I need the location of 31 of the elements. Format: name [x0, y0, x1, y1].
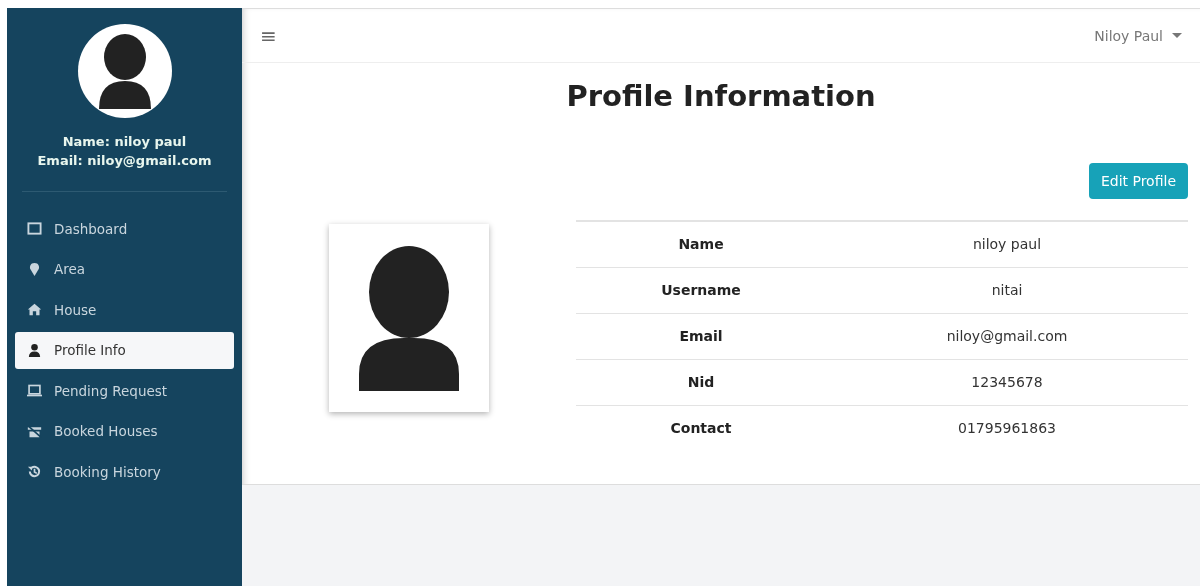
field-label: Name: [576, 221, 826, 267]
field-label: Email: [576, 313, 826, 359]
field-label: Nid: [576, 359, 826, 405]
user-name: Name: niloy paul: [62, 133, 187, 151]
map-pin-icon: [27, 261, 42, 277]
field-label: Username: [576, 267, 826, 313]
page-title: Profile Information: [565, 79, 877, 113]
menu-button[interactable]: ≡: [260, 23, 277, 48]
field-value: nitai: [826, 267, 1188, 313]
caret-icon: [1172, 33, 1182, 38]
field-label: Contact: [576, 405, 826, 451]
avatar-icon: [76, 23, 173, 119]
field-value: 12345678: [826, 359, 1188, 405]
dashboard-icon: [27, 221, 42, 236]
house-icon: [27, 302, 42, 317]
sidebar-item[interactable]: House: [15, 291, 234, 328]
sidebar-item[interactable]: Dashboard: [15, 210, 234, 247]
sidebar-item[interactable]: Area: [15, 250, 234, 288]
field-value: 01795961863: [826, 405, 1188, 451]
laptop-icon: [27, 383, 42, 398]
field-value: niloy@gmail.com: [826, 313, 1188, 359]
user-email: Email: niloy@gmail.com: [37, 152, 212, 170]
history-icon: [27, 464, 42, 479]
sidebar-item[interactable]: Pending Request: [15, 372, 234, 409]
sidebar-item[interactable]: Booking History: [15, 453, 234, 490]
sidebar-item[interactable]: Profile Info: [15, 331, 234, 369]
person-icon: [27, 342, 42, 358]
person-icon: [359, 245, 459, 391]
user-menu[interactable]: Niloy Paul: [1088, 26, 1188, 45]
sidebar-item[interactable]: Booked Houses: [15, 412, 234, 450]
field-value: niloy paul: [826, 221, 1188, 267]
